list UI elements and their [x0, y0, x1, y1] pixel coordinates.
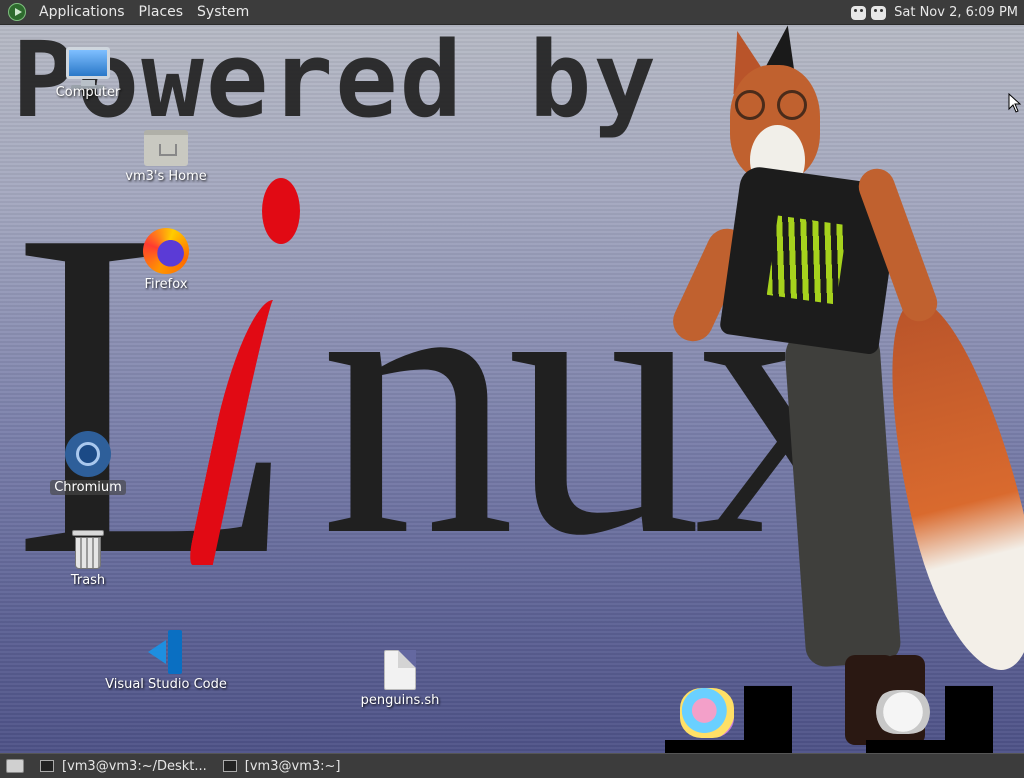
desktop-icon-label: Visual Studio Code — [105, 677, 227, 692]
desktop-icon-penguins-sh[interactable]: penguins.sh — [335, 650, 465, 708]
monitor-icon — [66, 47, 110, 86]
taskbar-item-label: [vm3@vm3:~] — [244, 758, 341, 774]
menu-places[interactable]: Places — [132, 4, 191, 20]
polar-bear-creature-icon — [875, 690, 931, 734]
tray-applet-icon[interactable] — [871, 5, 887, 20]
desktop-icon-label: vm3's Home — [125, 169, 207, 184]
wallpaper-linux-i-mark — [200, 178, 310, 560]
chromium-icon — [65, 431, 111, 477]
mouse-cursor-icon — [1008, 93, 1022, 113]
wallpaper-fox-character — [666, 22, 1024, 753]
system-tray: Sat Nov 2, 6:09 PM — [851, 0, 1024, 25]
clock[interactable]: Sat Nov 2, 6:09 PM — [891, 5, 1024, 20]
desktop-icon-label: Chromium — [50, 480, 126, 495]
desktop-icon-trash[interactable]: Trash — [23, 530, 153, 588]
taskbar-item-terminal-home[interactable]: [vm3@vm3:~] — [217, 757, 347, 776]
bottom-panel: [vm3@vm3:~/Deskt... [vm3@vm3:~] — [0, 753, 1024, 778]
desktop-icon-home[interactable]: vm3's Home — [101, 130, 231, 184]
terminal-icon — [40, 760, 54, 772]
desktop-icon-label: Firefox — [144, 277, 188, 292]
firefox-icon — [143, 228, 189, 274]
taskbar-item-terminal-desktop[interactable]: [vm3@vm3:~/Deskt... — [34, 757, 213, 776]
show-desktop-button[interactable] — [6, 759, 24, 773]
desktop-icon-vscode[interactable]: Visual Studio Code — [101, 630, 231, 692]
menu-applications[interactable]: Applications — [32, 4, 132, 20]
desktop-icon-computer[interactable]: Computer — [23, 47, 153, 100]
home-folder-icon — [144, 130, 188, 166]
tux-brain-creature-icon — [680, 688, 734, 738]
desktop-icon-label: penguins.sh — [360, 693, 440, 708]
terminal-icon — [222, 760, 237, 772]
desktop-icon-label: Trash — [70, 573, 106, 588]
taskbar-item-label: [vm3@vm3:~/Deskt... — [62, 758, 207, 774]
menu-system[interactable]: System — [190, 4, 256, 20]
tray-applet-icon[interactable] — [851, 5, 867, 20]
trash-icon — [72, 530, 104, 570]
desktop-icon-label: Computer — [55, 85, 121, 100]
top-panel: Applications Places System Sat Nov 2, 6:… — [0, 0, 1024, 25]
vscode-icon — [144, 630, 188, 674]
script-file-icon — [384, 650, 416, 690]
desktop-icon-firefox[interactable]: Firefox — [101, 228, 231, 292]
desktop-icon-chromium[interactable]: Chromium — [23, 431, 153, 495]
distro-logo-icon[interactable] — [8, 3, 26, 21]
